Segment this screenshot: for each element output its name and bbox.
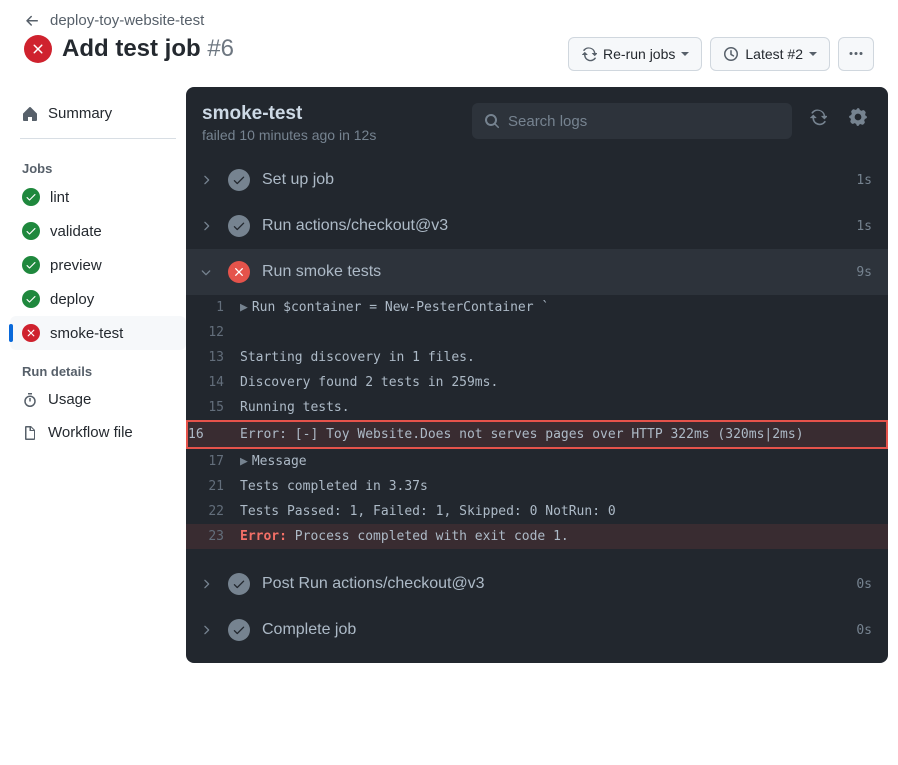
gear-icon bbox=[849, 108, 867, 126]
run-details-heading: Run details bbox=[10, 350, 186, 383]
arrow-left-icon bbox=[24, 13, 40, 29]
chevron-right-icon bbox=[196, 577, 216, 591]
attempt-picker-button[interactable]: Latest #2 bbox=[710, 37, 830, 71]
check-icon bbox=[228, 573, 250, 595]
clock-icon bbox=[723, 46, 739, 62]
run-number: #6 bbox=[207, 35, 234, 62]
check-icon bbox=[228, 169, 250, 191]
sidebar-job-preview[interactable]: preview bbox=[10, 248, 186, 282]
sidebar-job-deploy[interactable]: deploy bbox=[10, 282, 186, 316]
step-title: Set up job bbox=[262, 171, 844, 189]
step-duration: 1s bbox=[856, 173, 872, 188]
job-name: smoke-test bbox=[202, 103, 460, 125]
step-title: Complete job bbox=[262, 621, 844, 639]
more-options-button[interactable] bbox=[838, 37, 874, 71]
caret-down-icon bbox=[809, 52, 817, 56]
check-icon bbox=[22, 188, 40, 206]
caret-down-icon bbox=[681, 52, 689, 56]
sync-icon bbox=[809, 108, 827, 126]
step-duration: 1s bbox=[856, 219, 872, 234]
highlighted-error-line: 16 Error: [-] Toy Website.Does not serve… bbox=[186, 420, 888, 449]
sync-icon bbox=[581, 46, 597, 62]
run-title: Add test job #6 bbox=[62, 35, 234, 63]
sidebar-usage[interactable]: Usage bbox=[10, 383, 186, 416]
step-duration: 0s bbox=[856, 577, 872, 592]
check-icon bbox=[22, 290, 40, 308]
search-icon bbox=[484, 113, 500, 129]
search-logs-input[interactable]: Search logs bbox=[472, 103, 792, 139]
check-icon bbox=[228, 619, 250, 641]
divider bbox=[20, 138, 176, 139]
log-output: 1▶Run $container = New-PesterContainer `… bbox=[186, 295, 888, 549]
step-duration: 9s bbox=[856, 265, 872, 280]
sidebar-job-lint[interactable]: lint bbox=[10, 180, 186, 214]
step-row[interactable]: Set up job 1s bbox=[186, 157, 888, 203]
check-icon bbox=[228, 215, 250, 237]
x-icon bbox=[22, 324, 40, 342]
chevron-right-icon bbox=[196, 623, 216, 637]
jobs-heading: Jobs bbox=[10, 147, 186, 180]
kebab-icon bbox=[848, 46, 864, 62]
run-status-fail-icon bbox=[24, 35, 52, 63]
chevron-right-icon bbox=[196, 173, 216, 187]
job-status-line: failed 10 minutes ago in 12s bbox=[202, 127, 460, 143]
step-row[interactable]: Run actions/checkout@v3 1s bbox=[186, 203, 888, 249]
step-duration: 0s bbox=[856, 623, 872, 638]
step-row[interactable]: Complete job 0s bbox=[186, 607, 888, 653]
step-title: Post Run actions/checkout@v3 bbox=[262, 575, 844, 593]
stopwatch-icon bbox=[22, 392, 38, 408]
check-icon bbox=[22, 256, 40, 274]
sidebar-summary[interactable]: Summary bbox=[10, 97, 186, 130]
sidebar-workflow-file[interactable]: Workflow file bbox=[10, 416, 186, 449]
home-icon bbox=[22, 106, 38, 122]
log-settings-button[interactable] bbox=[844, 103, 872, 131]
breadcrumb-label: deploy-toy-website-test bbox=[50, 12, 204, 29]
step-row[interactable]: Post Run actions/checkout@v3 0s bbox=[186, 561, 888, 607]
x-icon bbox=[228, 261, 250, 283]
chevron-right-icon bbox=[196, 219, 216, 233]
sidebar-job-validate[interactable]: validate bbox=[10, 214, 186, 248]
refresh-logs-button[interactable] bbox=[804, 103, 832, 131]
step-title: Run actions/checkout@v3 bbox=[262, 217, 844, 235]
sidebar-job-smoke-test[interactable]: smoke-test bbox=[10, 316, 186, 350]
rerun-jobs-button[interactable]: Re-run jobs bbox=[568, 37, 702, 71]
check-icon bbox=[22, 222, 40, 240]
step-title: Run smoke tests bbox=[262, 263, 844, 281]
log-panel: smoke-test failed 10 minutes ago in 12s … bbox=[186, 87, 888, 663]
file-icon bbox=[22, 425, 38, 441]
chevron-down-icon bbox=[196, 265, 216, 279]
breadcrumb-back[interactable]: deploy-toy-website-test bbox=[24, 12, 874, 29]
step-row[interactable]: Run smoke tests 9s bbox=[186, 249, 888, 295]
